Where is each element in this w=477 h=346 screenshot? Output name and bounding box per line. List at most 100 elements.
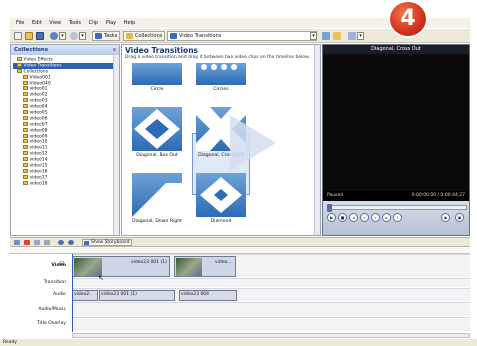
timeline-options-icon[interactable] xyxy=(14,240,20,245)
folder-icon xyxy=(23,145,28,150)
storyboard-icon xyxy=(84,240,89,245)
play-timeline-icon[interactable] xyxy=(68,240,74,245)
rewind-icon[interactable]: « xyxy=(360,213,369,222)
clip-label: video23 001 (1) xyxy=(131,260,167,265)
zoom-in-icon[interactable] xyxy=(34,240,40,245)
narrate-icon[interactable] xyxy=(24,240,30,245)
clip-thumbnail xyxy=(176,258,202,276)
video-clip[interactable]: video... xyxy=(174,256,236,277)
undo-dropdown-icon[interactable]: ▾ xyxy=(59,32,66,40)
folder-icon xyxy=(23,133,28,138)
preview-controls: ▶ ■ ◂ « » ▸ ⌇ ◉ ▣ xyxy=(323,201,469,235)
preview-monitor: Diagonal, Cross Out Paused 0:00:00.00 / … xyxy=(322,44,470,236)
folder-icon xyxy=(23,157,28,162)
step-badge: 4 xyxy=(388,0,428,38)
seek-bar[interactable] xyxy=(327,204,467,212)
track-label-title-overlay: Title Overlay xyxy=(36,321,66,326)
collection-item-label: Video040 xyxy=(29,81,51,87)
collection-item[interactable]: video18 xyxy=(13,180,119,187)
fullscreen-icon[interactable]: ▣ xyxy=(455,213,464,222)
collection-item-label: video12 xyxy=(29,151,48,157)
collection-item-label: Video Effects xyxy=(23,57,53,63)
collections-scrollbar[interactable] xyxy=(113,55,119,235)
tasks-icon xyxy=(95,33,102,39)
up-level-icon[interactable] xyxy=(322,32,330,40)
transition-track[interactable] xyxy=(72,278,470,287)
folder-icon xyxy=(23,115,28,120)
new-collection-folder-icon[interactable] xyxy=(333,32,341,40)
transitions-title: Video Transitions xyxy=(125,46,199,55)
transition-label: Circles xyxy=(213,87,229,92)
collection-item-label: video06 xyxy=(29,116,48,122)
transition-tile-diamond[interactable] xyxy=(196,173,246,217)
menu-edit[interactable]: Edit xyxy=(32,18,42,28)
folder-icon xyxy=(23,86,28,91)
transition-tile-diagonal-down-right[interactable] xyxy=(132,173,182,217)
views-icon[interactable] xyxy=(348,32,356,40)
redo-dropdown-icon[interactable]: ▾ xyxy=(79,32,86,40)
menu-clip[interactable]: Clip xyxy=(89,18,98,28)
collection-item-label: video05 xyxy=(29,110,48,116)
forward-icon[interactable]: » xyxy=(371,213,380,222)
transition-label: Circle xyxy=(150,87,164,92)
transition-label: Diamond xyxy=(210,219,232,224)
title-overlay-track[interactable] xyxy=(72,317,470,331)
tasks-label: Tasks xyxy=(104,33,118,39)
expand-icon[interactable]: ⊟ xyxy=(60,261,64,267)
transition-tile-diagonal-box-out[interactable] xyxy=(132,107,182,151)
seek-thumb[interactable] xyxy=(327,204,332,212)
collections-pane: Collections x Video Effects Video Transit… xyxy=(10,44,120,236)
show-storyboard-button[interactable]: Show Storyboard xyxy=(82,239,133,246)
tasks-button[interactable]: Tasks xyxy=(92,31,121,41)
save-icon[interactable] xyxy=(36,32,44,40)
timeline-scrollbar[interactable] xyxy=(72,333,470,338)
audio-clip[interactable]: video2.. xyxy=(72,290,98,301)
folder-icon xyxy=(17,62,22,67)
collection-item-label: video16 xyxy=(29,169,48,175)
menu-file[interactable]: File xyxy=(16,18,24,28)
audio-track[interactable]: video2.. video23 001 (1) video23 004 xyxy=(72,288,470,301)
previous-frame-icon[interactable]: ◂ xyxy=(349,213,358,222)
redo-icon[interactable] xyxy=(70,32,78,40)
audio-clip[interactable]: video23 004 xyxy=(179,290,237,301)
status-bar: Ready xyxy=(0,339,477,346)
collections-tree: Video Effects Video Transitions Collection… xyxy=(11,55,119,187)
folder-icon xyxy=(17,68,22,73)
folder-icon xyxy=(23,180,28,185)
location-dropdown[interactable]: Video Transitions xyxy=(167,31,317,41)
location-value: Video Transitions xyxy=(179,33,222,39)
menu-tools[interactable]: Tools xyxy=(69,18,81,28)
video-clip[interactable]: video23 001 (1) xyxy=(72,256,170,277)
views-dropdown-icon[interactable]: ▾ xyxy=(357,32,364,40)
collections-button[interactable]: Collections xyxy=(123,31,166,41)
open-project-icon[interactable] xyxy=(25,32,33,40)
transition-label: Diagonal, Box Out xyxy=(136,153,178,158)
collection-item-label: Video001 xyxy=(29,75,51,81)
location-dropdown-arrow-icon[interactable]: ▾ xyxy=(310,32,317,40)
play-icon[interactable]: ▶ xyxy=(327,213,336,222)
folder-icon xyxy=(23,92,28,97)
video-track[interactable]: video23 001 (1) video... xyxy=(72,254,470,277)
zoom-out-icon[interactable] xyxy=(44,240,50,245)
playhead[interactable] xyxy=(72,254,73,332)
new-project-icon[interactable] xyxy=(14,32,22,40)
split-clip-icon[interactable]: ⌇ xyxy=(393,213,402,222)
folder-icon xyxy=(23,139,28,144)
menu-view[interactable]: View xyxy=(49,18,61,28)
menu-help[interactable]: Help xyxy=(124,18,135,28)
transitions-scrollbar[interactable] xyxy=(314,45,320,235)
transition-tile-circle[interactable] xyxy=(132,63,182,85)
stop-icon[interactable]: ■ xyxy=(338,213,347,222)
transition-tile-circles[interactable] xyxy=(196,63,246,85)
track-label-transition: Transition xyxy=(43,280,66,285)
collection-item-label: video17 xyxy=(29,175,48,181)
undo-icon[interactable] xyxy=(50,32,58,40)
close-icon[interactable]: x xyxy=(113,45,116,55)
rewind-timeline-icon[interactable] xyxy=(58,240,64,245)
audio-clip[interactable]: video23 001 (1) xyxy=(99,290,175,301)
next-frame-icon[interactable]: ▸ xyxy=(382,213,391,222)
audio-music-track[interactable] xyxy=(72,302,470,316)
menu-play[interactable]: Play xyxy=(106,18,116,28)
status-text: Ready xyxy=(3,340,17,345)
snapshot-icon[interactable]: ◉ xyxy=(441,213,450,222)
